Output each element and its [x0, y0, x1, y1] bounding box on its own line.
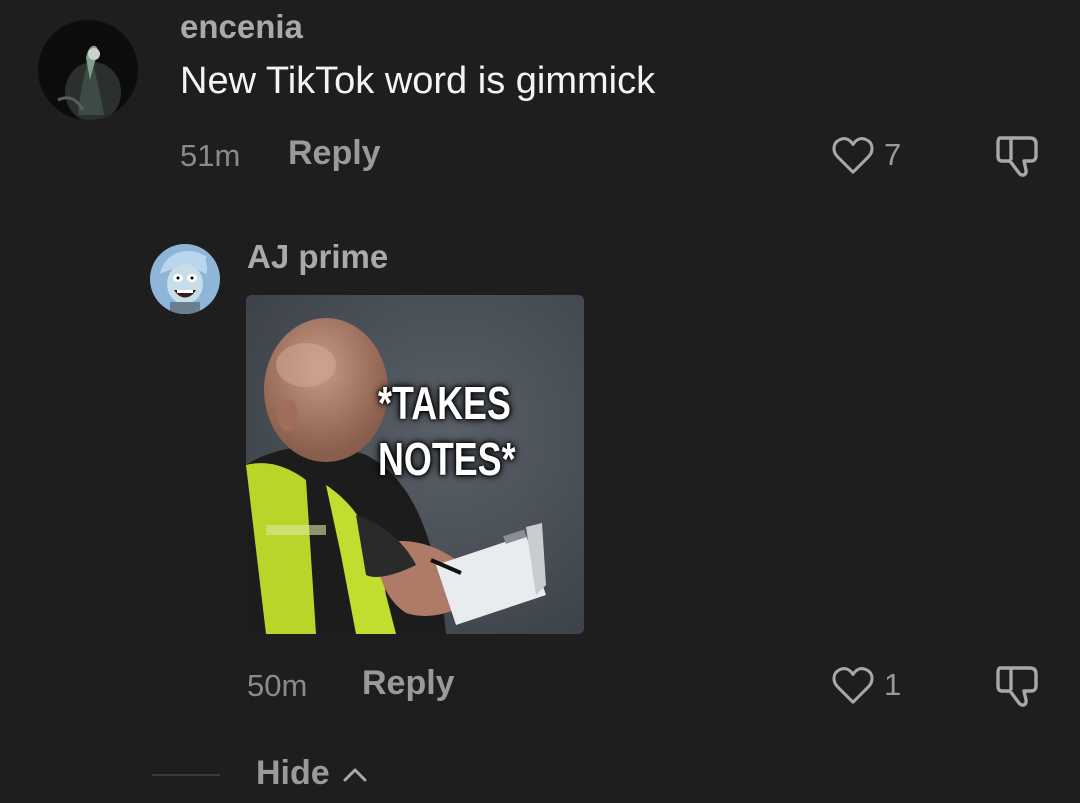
like-count: 1: [884, 667, 902, 702]
hide-replies-button[interactable]: Hide: [256, 754, 368, 793]
comment-timestamp: 51m: [180, 138, 241, 173]
heart-outline-icon: [832, 667, 874, 704]
dislike-button[interactable]: [992, 130, 1044, 180]
avatar-encenia[interactable]: [38, 20, 138, 120]
comment-username[interactable]: encenia: [180, 8, 303, 46]
sticker-caption: *TAKES NOTES*: [378, 375, 526, 487]
chevron-up-icon: [343, 768, 367, 781]
thread-divider: [152, 774, 220, 776]
hide-replies-label: Hide: [256, 754, 330, 792]
thumbs-down-icon: [996, 666, 1038, 707]
reply-username[interactable]: AJ prime: [247, 238, 388, 276]
reply-sticker-image[interactable]: *TAKES NOTES*: [246, 295, 584, 634]
sticker-caption-line: NOTES*: [378, 433, 516, 485]
like-button[interactable]: 7: [830, 134, 901, 176]
heart-outline-icon: [832, 137, 874, 174]
dislike-button[interactable]: [992, 660, 1044, 710]
reply-button[interactable]: Reply: [362, 664, 455, 703]
sticker-caption-line: *TAKES: [378, 377, 511, 429]
like-button[interactable]: 1: [830, 664, 901, 706]
reply-timestamp: 50m: [247, 668, 308, 703]
like-count: 7: [884, 137, 902, 172]
comment-text: New TikTok word is gimmick: [180, 60, 656, 102]
reply-button[interactable]: Reply: [288, 134, 381, 173]
avatar-image: [150, 244, 220, 314]
avatar-aj-prime[interactable]: [150, 244, 220, 314]
comments-panel: encenia New TikTok word is gimmick 51m R…: [0, 0, 1080, 803]
thumbs-down-icon: [996, 136, 1038, 177]
avatar-image: [38, 20, 138, 120]
